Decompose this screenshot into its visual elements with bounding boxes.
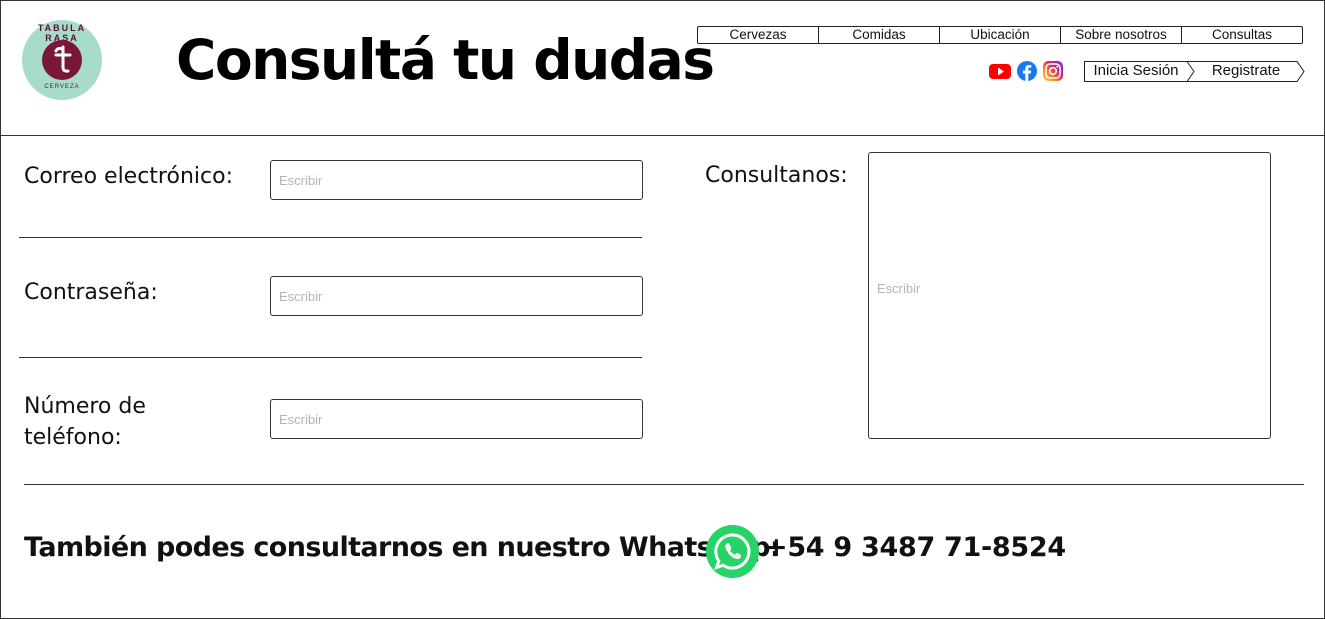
brand-logo[interactable]: TABULA RASA CERVEZA bbox=[22, 20, 102, 100]
phone-label-line2: teléfono: bbox=[24, 425, 122, 450]
register-button[interactable]: Registrate bbox=[1196, 61, 1296, 81]
message-label: Consultanos: bbox=[705, 163, 848, 188]
whatsapp-icon[interactable] bbox=[706, 525, 759, 578]
nav-item-consultas[interactable]: Consultas bbox=[1181, 26, 1303, 44]
logo-emblem bbox=[42, 40, 82, 80]
password-label: Contraseña: bbox=[24, 280, 158, 305]
message-textarea[interactable] bbox=[868, 152, 1271, 439]
password-field[interactable] bbox=[270, 276, 643, 316]
phone-label-line1: Número de bbox=[24, 394, 146, 419]
main-nav: Cervezas Comidas Ubicación Sobre nosotro… bbox=[697, 26, 1303, 44]
youtube-icon[interactable] bbox=[989, 61, 1011, 81]
facebook-icon[interactable] bbox=[1016, 61, 1038, 81]
divider bbox=[19, 357, 642, 358]
header: TABULA RASA CERVEZA Consultá tu dudas Ce… bbox=[0, 0, 1325, 136]
divider bbox=[19, 237, 642, 238]
nav-item-cervezas[interactable]: Cervezas bbox=[697, 26, 819, 44]
nav-item-ubicacion[interactable]: Ubicación bbox=[939, 26, 1061, 44]
logo-bottom-text: CERVEZA bbox=[44, 84, 80, 90]
instagram-icon[interactable] bbox=[1042, 61, 1064, 81]
login-button[interactable]: Inicia Sesión bbox=[1084, 61, 1188, 81]
section-divider bbox=[24, 484, 1304, 485]
page-title: Consultá tu dudas bbox=[176, 28, 715, 92]
nav-item-sobre-nosotros[interactable]: Sobre nosotros bbox=[1060, 26, 1182, 44]
phone-field[interactable] bbox=[270, 399, 643, 439]
email-field[interactable] bbox=[270, 160, 643, 200]
whatsapp-phone[interactable]: +54 9 3487 71-8524 bbox=[765, 532, 1066, 563]
nav-item-comidas[interactable]: Comidas bbox=[818, 26, 940, 44]
whatsapp-text: También podes consultarnos en nuestro Wh… bbox=[24, 532, 781, 563]
email-label: Correo electrónico: bbox=[24, 164, 233, 189]
